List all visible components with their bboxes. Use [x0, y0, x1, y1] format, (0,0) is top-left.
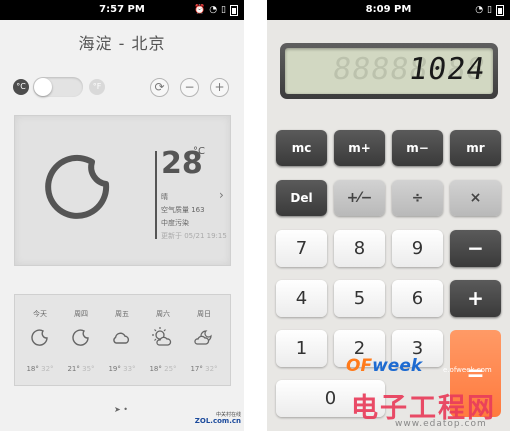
forecast-temp: 19° 33°	[102, 365, 142, 373]
memory-clear-button[interactable]: mc	[276, 130, 327, 166]
chevron-right-icon[interactable]: ›	[219, 188, 224, 202]
add-city-button[interactable]: +	[210, 78, 229, 97]
celsius-icon[interactable]: °C	[13, 79, 29, 95]
location-arrow-icon: ➤	[114, 405, 121, 414]
divide-button[interactable]: ÷	[392, 180, 443, 216]
update-time: 更新于 05/21 19:15	[161, 232, 227, 240]
forecast-high: 35°	[82, 365, 95, 373]
weather-condition: 晴	[161, 193, 168, 201]
divider	[155, 151, 157, 239]
multiply-button[interactable]: ×	[450, 180, 501, 216]
forecast-panel: 今天 周四 周五 周六 周日 18° 32° 21° 35° 19° 33° 1…	[14, 294, 231, 386]
page-indicator: ➤ •	[114, 405, 128, 414]
logo-text-bottom: ZOL.com.cn	[194, 417, 241, 425]
zol-logo: 中关村在线 ZOL.com.cn	[183, 413, 241, 429]
status-icons: ⏰ ◔ ▯	[194, 4, 238, 16]
forecast-day: 今天	[33, 310, 47, 318]
forecast-high: 33°	[123, 365, 136, 373]
remove-city-button[interactable]: −	[180, 78, 199, 97]
status-time: 8:09 PM	[365, 4, 412, 15]
battery-icon	[230, 4, 238, 16]
fahrenheit-icon[interactable]: °F	[89, 79, 105, 95]
forecast-low: 21°	[67, 365, 80, 373]
status-icons: ◔ ▯	[475, 4, 504, 16]
sun-cloud-icon	[152, 327, 172, 346]
memory-add-button[interactable]: m+	[334, 130, 385, 166]
digit-1-button[interactable]: 1	[276, 330, 327, 367]
temperature-unit: °C	[193, 146, 205, 157]
sim-icon: ▯	[221, 5, 226, 15]
forecast-temp: 21° 35°	[61, 365, 101, 373]
sign-toggle-button[interactable]: +⁄−	[334, 180, 385, 216]
air-quality: 空气质量 163	[161, 206, 205, 214]
display-value: 1024	[406, 52, 488, 87]
watermark-brand-b: week	[372, 356, 423, 376]
wifi-icon: ◔	[209, 5, 218, 15]
moon-icon	[72, 329, 89, 346]
sim-icon: ▯	[487, 5, 492, 15]
wifi-icon: ◔	[475, 5, 484, 15]
memory-recall-button[interactable]: mr	[450, 130, 501, 166]
forecast-temp: 18° 32°	[20, 365, 60, 373]
forecast-temp: 18° 25°	[143, 365, 183, 373]
calculator-display: 88888888 1024	[280, 43, 498, 99]
digit-7-button[interactable]: 7	[276, 230, 327, 267]
city-title[interactable]: 海淀 - 北京	[0, 30, 244, 54]
forecast-low: 19°	[108, 365, 121, 373]
moon-icon	[45, 154, 110, 219]
status-bar: 8:09 PM ◔ ▯	[267, 0, 510, 20]
page-dot: •	[123, 405, 128, 414]
digit-8-button[interactable]: 8	[334, 230, 385, 267]
cloud-icon	[113, 332, 130, 344]
unit-toggle[interactable]	[33, 77, 83, 97]
digit-4-button[interactable]: 4	[276, 280, 327, 317]
forecast-temp: 17° 32°	[184, 365, 224, 373]
toggle-knob[interactable]	[34, 78, 52, 96]
battery-icon	[496, 4, 504, 16]
minus-button[interactable]: −	[450, 230, 501, 267]
alarm-icon: ⏰	[193, 5, 206, 15]
digit-9-button[interactable]: 9	[392, 230, 443, 267]
current-weather-card[interactable]: 28 °C › 晴 空气质量 163 中度污染 更新于 05/21 19:15	[14, 115, 231, 266]
moon-icon	[31, 329, 48, 346]
weather-app-screen: 7:57 PM ⏰ ◔ ▯ 海淀 - 北京 °C °F ⟳ − + 28 °C …	[0, 0, 244, 431]
digit-6-button[interactable]: 6	[392, 280, 443, 317]
forecast-day: 周日	[197, 310, 211, 318]
forecast-high: 25°	[164, 365, 177, 373]
watermark-brand-a: OF	[346, 356, 373, 376]
forecast-low: 18°	[149, 365, 162, 373]
delete-button[interactable]: Del	[276, 180, 327, 216]
lcd-screen: 88888888 1024	[285, 48, 493, 94]
calculator-app-screen: 8:09 PM ◔ ▯ 88888888 1024 mc m+ m− mr De…	[267, 0, 510, 431]
refresh-button[interactable]: ⟳	[150, 78, 169, 97]
memory-subtract-button[interactable]: m−	[392, 130, 443, 166]
ofweek-watermark: OFweek	[346, 356, 422, 376]
forecast-high: 32°	[41, 365, 54, 373]
forecast-day: 周六	[156, 310, 170, 318]
digit-5-button[interactable]: 5	[334, 280, 385, 317]
watermark-url: www.edatop.com	[395, 419, 487, 429]
cloud-moon-icon	[194, 330, 212, 345]
forecast-low: 18°	[26, 365, 39, 373]
plus-button[interactable]: +	[450, 280, 501, 317]
watermark-url: e.ofweek.com	[443, 366, 492, 374]
pollution-level: 中度污染	[161, 219, 189, 227]
forecast-low: 17°	[190, 365, 203, 373]
forecast-day: 周四	[74, 310, 88, 318]
status-bar: 7:57 PM ⏰ ◔ ▯	[0, 0, 244, 20]
forecast-day: 周五	[115, 310, 129, 318]
forecast-high: 32°	[205, 365, 218, 373]
